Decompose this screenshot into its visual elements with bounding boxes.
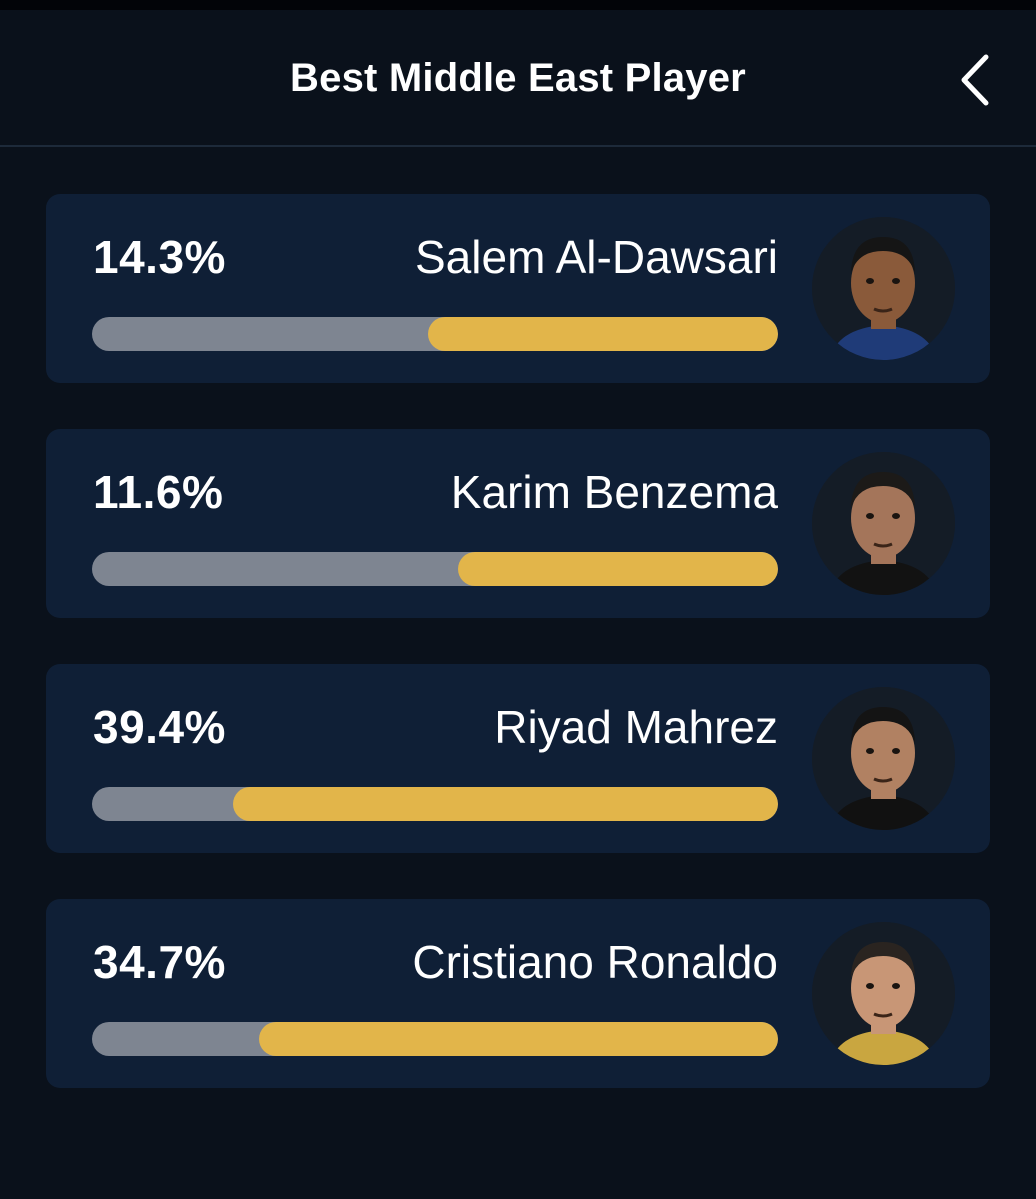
player-name: Riyad Mahrez [494,701,778,753]
vote-bar-fill [428,317,778,351]
chevron-left-icon [961,54,989,106]
back-button[interactable] [950,52,1000,108]
vote-bar [92,1022,778,1056]
vote-bar [92,552,778,586]
player-avatar [812,452,955,595]
player-name: Cristiano Ronaldo [412,936,778,988]
player-card[interactable]: 39.4% Riyad Mahrez [46,664,990,853]
player-card[interactable]: 14.3% Salem Al-Dawsari [46,194,990,383]
vote-percentage: 14.3% [93,231,226,283]
vote-bar-fill [233,787,778,821]
player-card[interactable]: 34.7% Cristiano Ronaldo [46,899,990,1088]
vote-bar [92,787,778,821]
player-avatar [812,922,955,1065]
vote-percentage: 34.7% [93,936,226,988]
vote-percentage: 11.6% [93,466,224,518]
vote-bar-fill [457,552,778,586]
player-card[interactable]: 11.6% Karim Benzema [46,429,990,618]
vote-bar-fill [258,1022,778,1056]
player-name: Karim Benzema [450,466,778,518]
player-photo-icon [812,922,955,1065]
player-name: Salem Al-Dawsari [415,231,778,283]
player-photo-icon [812,217,955,360]
player-photo-icon [812,687,955,830]
page-header: Best Middle East Player [0,10,1036,147]
status-strip [0,0,1036,10]
vote-bar [92,317,778,351]
page-title: Best Middle East Player [290,56,746,100]
player-avatar [812,687,955,830]
player-photo-icon [812,452,955,595]
player-avatar [812,217,955,360]
vote-percentage: 39.4% [93,701,226,753]
